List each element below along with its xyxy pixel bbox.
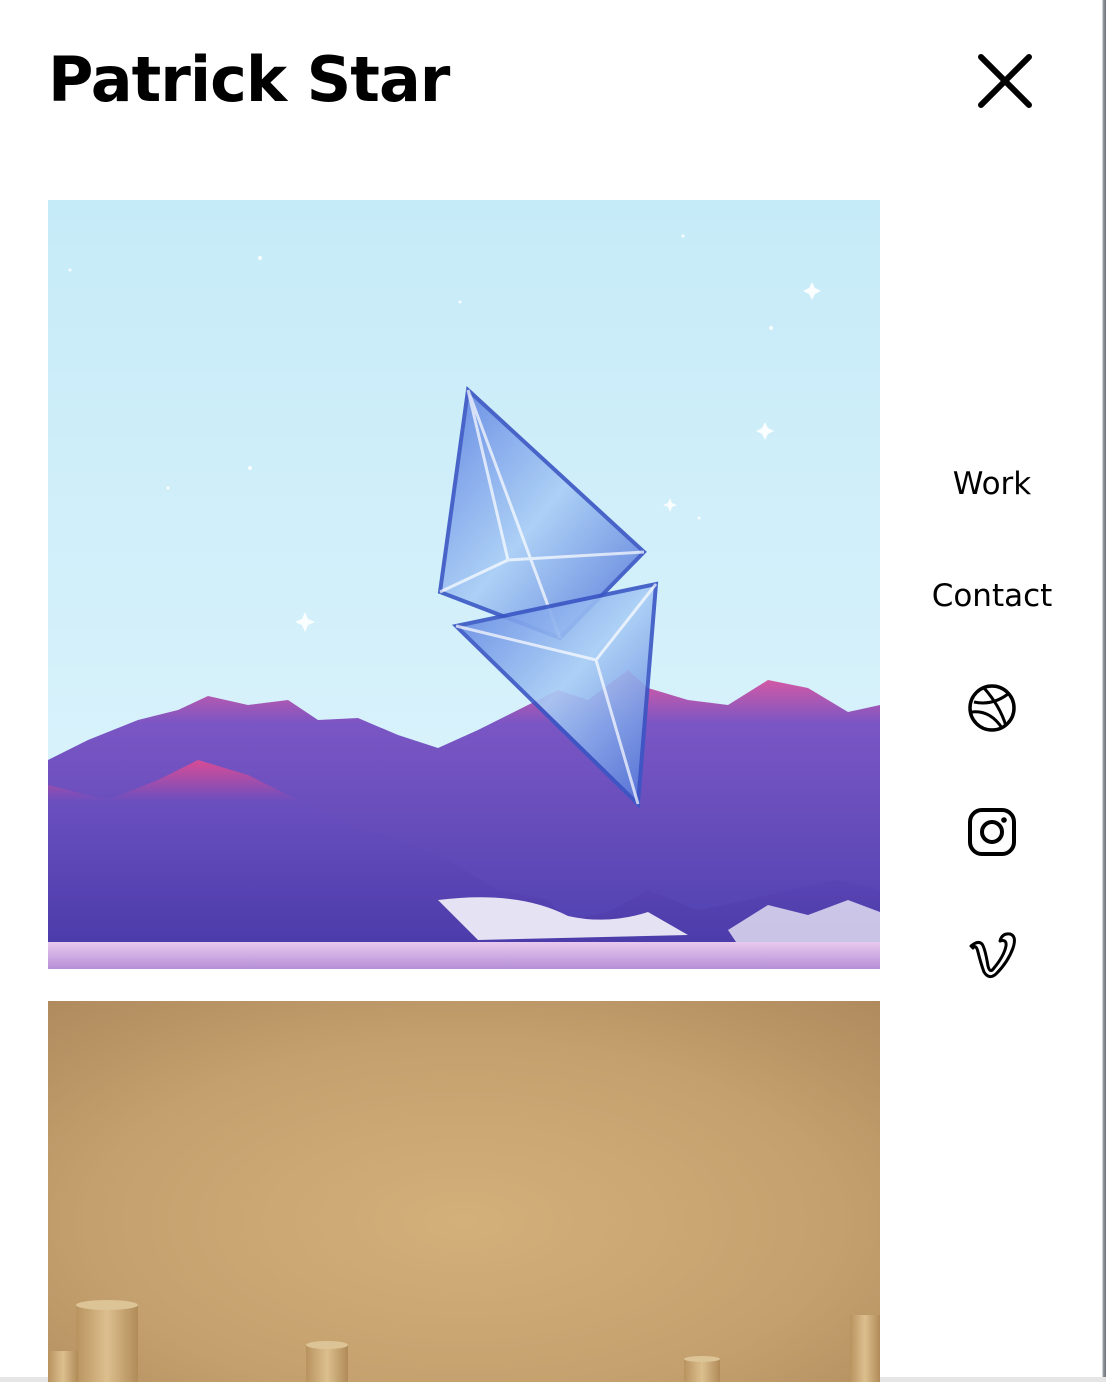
instagram-icon: [968, 808, 1016, 856]
dribbble-icon: [968, 684, 1016, 732]
close-icon: [978, 54, 1032, 108]
nav-link-contact[interactable]: Contact: [900, 576, 1084, 616]
nav-link-work[interactable]: Work: [900, 464, 1084, 504]
vimeo-icon: [969, 932, 1016, 979]
vimeo-link[interactable]: [966, 930, 1018, 982]
artwork-crystal-mountains[interactable]: [48, 200, 880, 969]
window-edge: [1090, 0, 1106, 1382]
site-title[interactable]: Patrick Star: [48, 40, 450, 120]
artwork-crystal-mountains-image: [48, 200, 880, 969]
artwork-golden-room-image: [48, 1001, 880, 1382]
artwork-golden-room[interactable]: [48, 1001, 880, 1382]
gallery: [48, 200, 880, 1382]
dribbble-link[interactable]: [966, 682, 1018, 734]
close-menu-button[interactable]: [972, 48, 1038, 114]
instagram-link[interactable]: [966, 806, 1018, 858]
